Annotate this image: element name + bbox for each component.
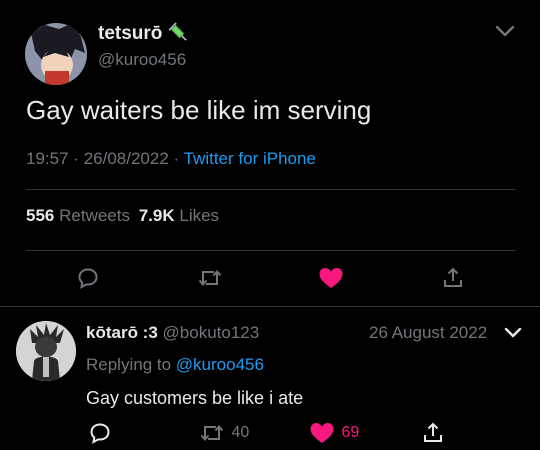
reply-button[interactable]	[76, 266, 100, 290]
likes-stat[interactable]: 7.9K Likes	[139, 206, 219, 225]
tweet-stats: 556 Retweets 7.9K Likes	[26, 206, 219, 226]
tweet-display-name[interactable]: tetsurō	[98, 22, 162, 46]
thread-divider	[0, 306, 540, 307]
like-button[interactable]	[318, 266, 344, 290]
reply-share-button[interactable]	[421, 421, 445, 445]
retweet-arrows-icon	[198, 269, 222, 287]
reply-retweet-button[interactable]: 40	[199, 421, 249, 445]
retweet-button[interactable]	[197, 266, 223, 290]
chevron-down-icon[interactable]	[494, 24, 516, 38]
reply-like-button[interactable]: 69	[309, 421, 359, 445]
reply-date: 26 August 2022	[369, 323, 488, 342]
divider	[26, 250, 516, 251]
replying-to: Replying to @kuroo456	[86, 354, 264, 376]
tweet-text: Gay waiters be like im serving	[26, 95, 372, 125]
tweet-handle[interactable]: @kuroo456	[98, 50, 186, 70]
tweet-source-link[interactable]: Twitter for iPhone	[184, 149, 316, 168]
retweets-label: Retweets	[59, 206, 130, 225]
meta-separator: ·	[173, 149, 180, 168]
heart-icon	[310, 423, 334, 443]
comment-bubble-icon	[78, 268, 98, 289]
share-upload-icon	[424, 422, 442, 442]
reply-text: Gay customers be like i ate	[86, 388, 304, 408]
reply-header: kōtarō :3 @bokuto123	[86, 322, 259, 344]
reply-retweet-count: 40	[231, 424, 250, 441]
reply-handle[interactable]: @bokuto123	[163, 323, 260, 342]
reply-display-name[interactable]: kōtarō :3	[86, 323, 158, 342]
replying-to-handle[interactable]: @kuroo456	[176, 355, 264, 374]
share-button[interactable]	[441, 266, 465, 290]
heart-icon	[319, 268, 343, 288]
reply-author-avatar[interactable]	[16, 321, 76, 381]
replying-to-label: Replying to	[86, 355, 172, 374]
syringe-emoji-icon	[168, 22, 190, 44]
likes-count: 7.9K	[138, 206, 175, 225]
retweet-arrows-icon	[200, 424, 224, 442]
comment-bubble-icon	[90, 423, 110, 444]
tweet-time: 19:57	[26, 149, 69, 168]
tweet-meta: 19:57 · 26/08/2022 · Twitter for iPhone	[26, 149, 316, 169]
tweet-author-avatar[interactable]	[25, 23, 87, 85]
share-upload-icon	[444, 267, 462, 287]
reply-like-count: 69	[341, 424, 360, 441]
tweet-date: 26/08/2022	[83, 149, 169, 168]
retweets-stat[interactable]: 556 Retweets	[26, 206, 135, 225]
chevron-down-icon[interactable]	[503, 326, 523, 340]
divider	[26, 189, 516, 190]
meta-separator: ·	[73, 149, 79, 168]
reply-reply-button[interactable]	[88, 421, 112, 445]
likes-label: Likes	[179, 206, 220, 225]
retweets-count: 556	[26, 206, 55, 225]
